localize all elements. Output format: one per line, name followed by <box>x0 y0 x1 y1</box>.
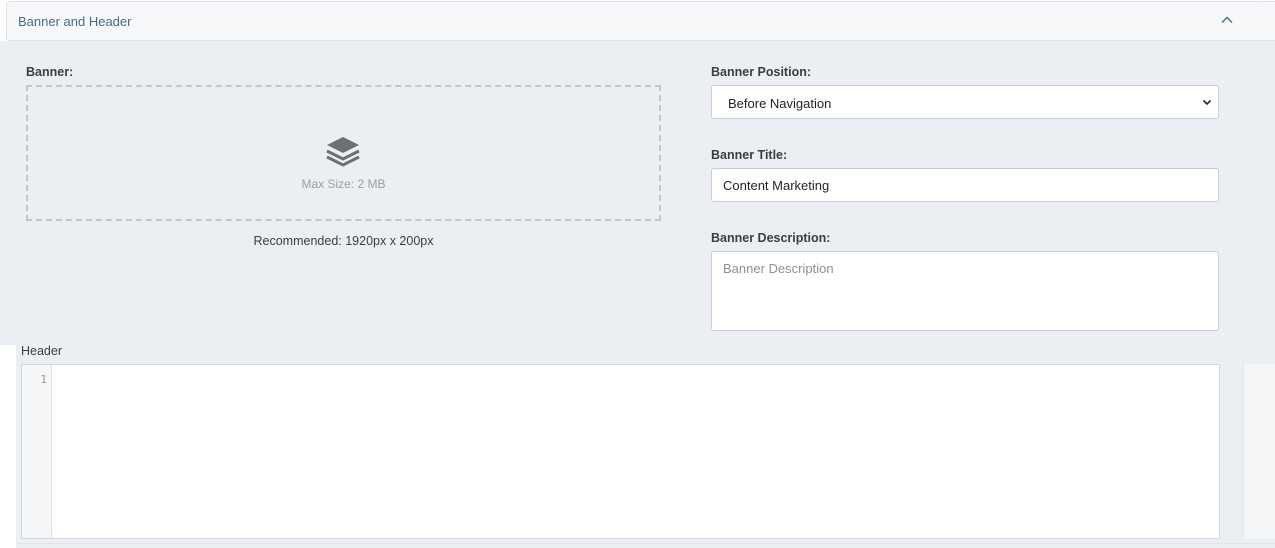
banner-position-value: Before Navigation <box>728 96 832 111</box>
accordion-header[interactable]: Banner and Header <box>6 1 1259 41</box>
banner-title-input[interactable] <box>711 168 1219 202</box>
chevron-up-icon[interactable] <box>1220 13 1234 27</box>
banner-position-select[interactable]: Before Navigation <box>711 85 1219 119</box>
banner-description-textarea[interactable] <box>711 251 1219 331</box>
banner-position-label: Banner Position: <box>711 65 812 79</box>
divider <box>16 543 1275 544</box>
chevron-down-icon <box>1202 99 1212 106</box>
banner-title-label: Banner Title: <box>711 148 788 162</box>
banner-dropzone[interactable]: Max Size: 2 MB <box>26 85 661 221</box>
side-edge <box>1258 1 1275 41</box>
header-code-editor[interactable]: 1 <box>21 364 1220 539</box>
line-number: 1 <box>40 373 47 386</box>
recommended-size-text: Recommended: 1920px x 200px <box>253 234 434 248</box>
editor-side-strip <box>1243 364 1275 539</box>
panel-title: Banner and Header <box>18 14 132 29</box>
editor-gutter: 1 <box>22 365 52 538</box>
banner-description-label: Banner Description: <box>711 231 831 245</box>
header-label: Header <box>21 344 62 358</box>
layers-icon <box>326 137 360 167</box>
max-size-text: Max Size: 2 MB <box>301 177 386 191</box>
banner-label: Banner: <box>26 65 74 79</box>
